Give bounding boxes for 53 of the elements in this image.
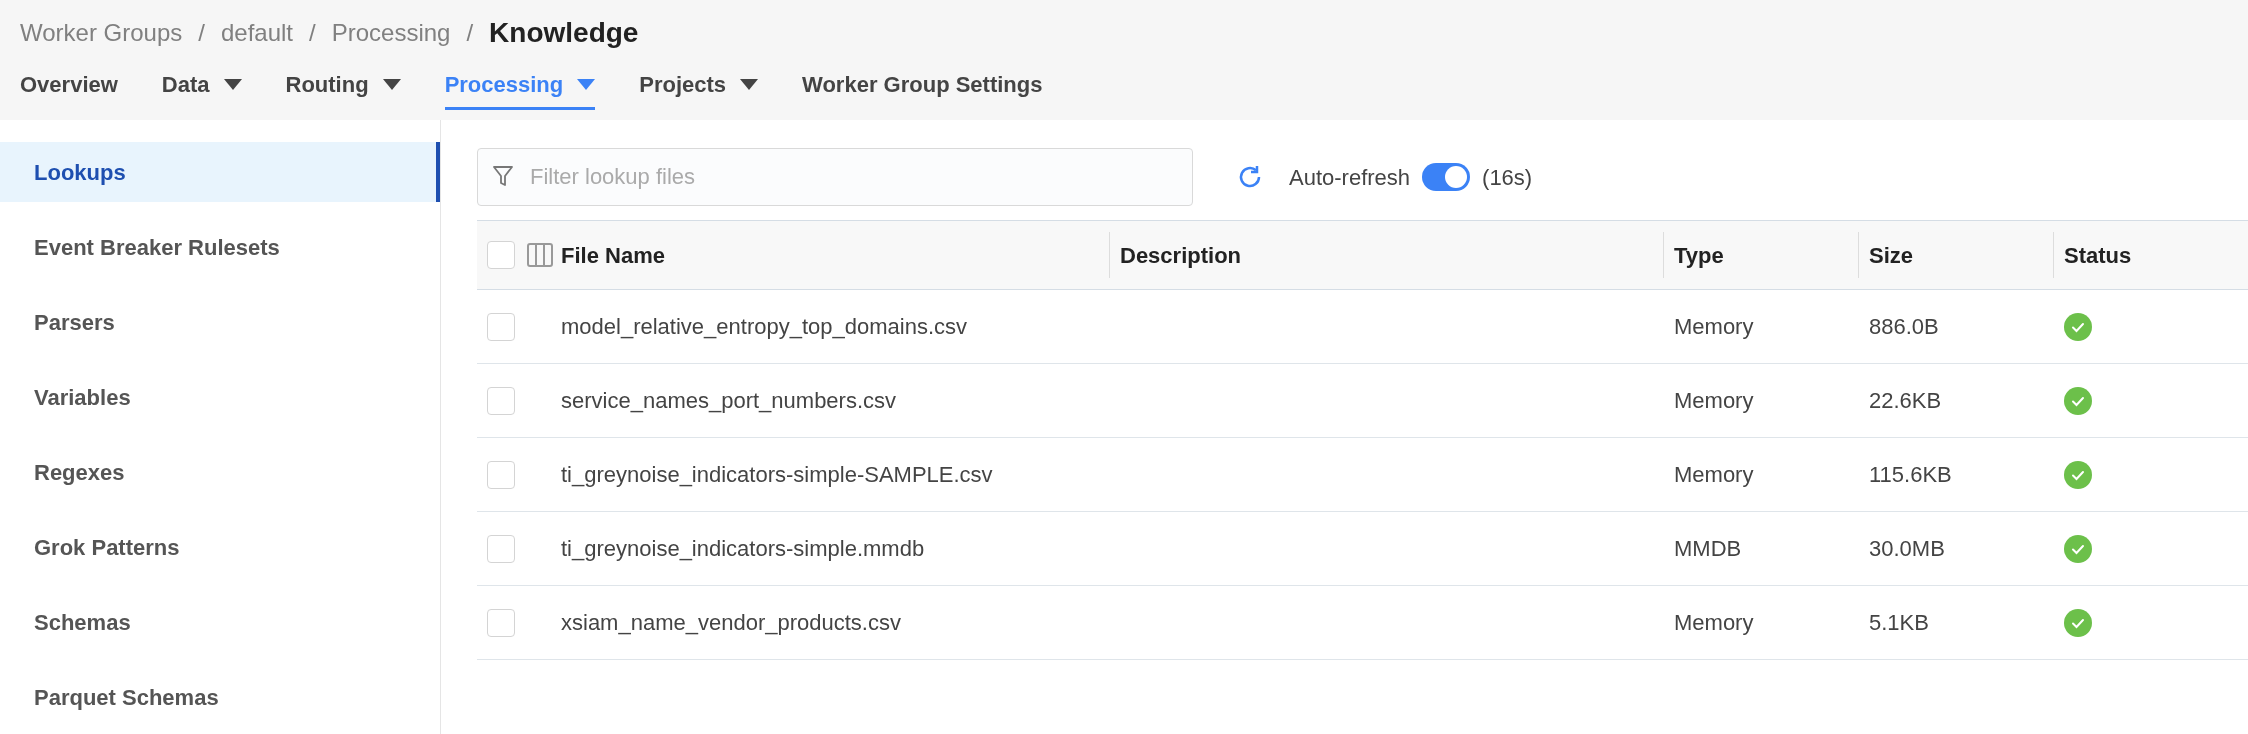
table-cell: 115.6KB — [1869, 462, 1952, 487]
breadcrumb-separator: / — [466, 18, 474, 48]
sidebar-item[interactable]: Grok Patterns — [0, 517, 440, 577]
table-cell: ti_greynoise_indicators-simple-SAMPLE.csv — [561, 462, 993, 487]
breadcrumb-link[interactable]: Processing — [331, 15, 451, 51]
column-header[interactable]: Status — [2064, 238, 2132, 272]
table-cell: 30.0MB — [1869, 536, 1945, 561]
table-cell: Memory — [1674, 610, 1754, 635]
table-cell: Memory — [1674, 314, 1754, 339]
breadcrumb-link[interactable]: Worker Groups — [20, 15, 183, 51]
checkbox[interactable] — [487, 460, 515, 489]
checkbox[interactable] — [487, 608, 515, 637]
table-cell: Memory — [1674, 462, 1754, 487]
table-cell: service_names_port_numbers.csv — [561, 388, 897, 413]
breadcrumb-separator: / — [309, 18, 316, 48]
column-header[interactable]: Type — [1674, 238, 1724, 272]
sidebar-item[interactable]: Variables — [0, 367, 440, 427]
page-title: Knowledge — [489, 16, 639, 50]
table-cell: 5.1KB — [1869, 610, 1929, 635]
table-cell: MMDB — [1674, 536, 1742, 561]
nav-tab[interactable]: Data — [161, 62, 242, 110]
column-header[interactable]: Size — [1869, 238, 1914, 272]
filter-field[interactable]: Filter lookup files — [477, 148, 1193, 206]
sidebar-item[interactable]: Parsers — [0, 292, 440, 352]
sidebar-item[interactable]: Regexes — [0, 442, 440, 502]
checkbox[interactable] — [487, 534, 515, 563]
columns-icon[interactable] — [527, 243, 553, 267]
column-header[interactable]: File Name — [561, 238, 665, 272]
checkbox[interactable] — [487, 312, 515, 341]
sidebar-item[interactable]: Schemas — [0, 592, 440, 652]
filter-icon — [493, 166, 513, 188]
auto-refresh-label: Auto-refresh — [1289, 163, 1411, 192]
nav-tab[interactable]: Overview — [20, 62, 118, 110]
column-header[interactable]: Description — [1120, 238, 1242, 272]
table-cell: 886.0B — [1869, 314, 1939, 339]
table-cell: ti_greynoise_indicators-simple.mmdb — [561, 536, 925, 561]
countdown-text: (16s) — [1482, 163, 1533, 192]
checkbox[interactable] — [487, 241, 515, 269]
nav-tab[interactable]: Routing — [285, 62, 401, 110]
nav-tab[interactable]: Projects — [639, 62, 759, 110]
table-cell: 22.6KB — [1869, 388, 1942, 413]
table-cell: model_relative_entropy_top_domains.csv — [561, 314, 967, 339]
nav-tab[interactable]: Worker Group Settings — [802, 62, 1043, 110]
breadcrumb-link[interactable]: default — [220, 15, 293, 51]
checkbox[interactable] — [487, 386, 515, 415]
breadcrumb-separator: / — [198, 18, 205, 48]
toggle-switch[interactable] — [1422, 163, 1471, 191]
sidebar-item[interactable]: Event Breaker Rulesets — [0, 217, 440, 277]
sidebar-item[interactable]: Parquet Schemas — [0, 667, 440, 727]
table-cell: Memory — [1674, 388, 1754, 413]
sidebar-item[interactable]: Lookups — [0, 142, 440, 202]
refresh-icon[interactable] — [1237, 164, 1263, 190]
table-cell: xsiam_name_vendor_products.csv — [561, 610, 901, 635]
